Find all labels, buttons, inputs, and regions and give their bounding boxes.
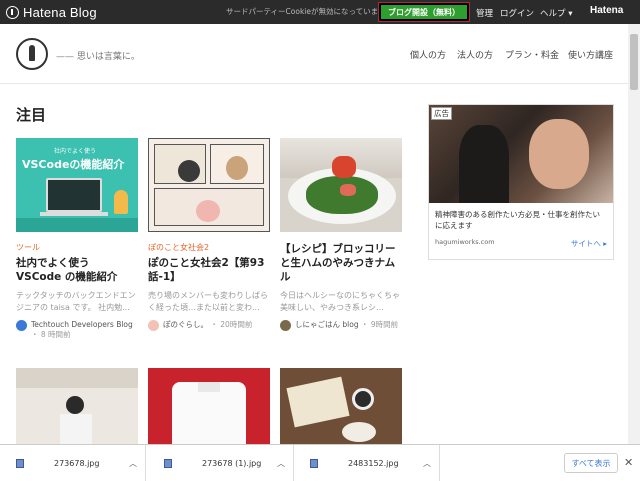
- article-author[interactable]: しにゃごはん blog ・ 9時間前: [280, 320, 402, 331]
- chevron-up-icon[interactable]: ︿: [277, 458, 285, 469]
- ad-text[interactable]: 精神障害のある創作たい方必見・仕事を創作たいに応えます: [429, 203, 613, 231]
- ad-badge: 広告: [431, 107, 452, 120]
- author-name: しにゃごはん blog: [295, 320, 359, 329]
- start-blog-button[interactable]: ブログ開設（無料）: [378, 2, 470, 22]
- author-avatar: [148, 320, 159, 331]
- author-name: ぽのぐらし。: [163, 320, 208, 329]
- book-illustration: [286, 376, 350, 428]
- ad-image[interactable]: 広告: [429, 105, 613, 203]
- ham-illustration: [332, 156, 356, 178]
- article-thumbnail[interactable]: [148, 368, 270, 444]
- brand-name: Hatena Blog: [23, 4, 97, 20]
- article-thumbnail[interactable]: 社内でよく使う VSCodeの機能紹介: [16, 138, 138, 232]
- article-thumbnail[interactable]: [148, 138, 270, 232]
- post-time: ・ 20時間前: [210, 320, 253, 329]
- article-thumbnail[interactable]: [16, 368, 138, 444]
- nav-tutorial[interactable]: 使い方講座: [568, 48, 613, 61]
- post-time: ・ 8 時間前: [31, 330, 71, 339]
- article-author[interactable]: ぽのぐらし。 ・ 20時間前: [148, 320, 270, 331]
- nav-personal[interactable]: 個人の方: [410, 48, 446, 61]
- show-all-downloads-button[interactable]: すべて表示: [564, 453, 618, 473]
- nav-pricing[interactable]: プラン・料金: [505, 48, 559, 61]
- author-avatar: [280, 320, 291, 331]
- download-item[interactable]: 273678 (1).jpg ︿: [148, 445, 294, 481]
- article-category[interactable]: ツール: [16, 242, 138, 253]
- ad-domain: hagumiworks.com: [435, 238, 495, 246]
- article-card[interactable]: 【レシピ】ブロッコリーと生ハムのやみつきナムル 今日はヘルシーなのにちゃくちゃ美…: [280, 138, 402, 331]
- article-title[interactable]: 社内でよく使う VSCode の機能紹介: [16, 256, 138, 284]
- download-filename: 273678.jpg: [54, 458, 100, 468]
- chevron-up-icon[interactable]: ︿: [423, 458, 431, 469]
- site-tagline: —— 思いは言葉に。: [56, 52, 140, 62]
- hatena-topbar: Hatena Blog サードパーティーCookieが無効になっています ブログ…: [0, 0, 640, 24]
- ad-cta-link[interactable]: サイトへ ▸: [571, 238, 607, 249]
- plant-illustration: [114, 190, 128, 214]
- article-card[interactable]: ぽのこと女社会2 ぽのこと女社会2【第93話-1】 売り場のメンバーも変わりしば…: [148, 138, 270, 331]
- laptop-illustration: [46, 178, 102, 212]
- download-item[interactable]: 273678.jpg ︿: [0, 445, 146, 481]
- admin-link[interactable]: 管理: [476, 7, 493, 19]
- advertisement[interactable]: 広告 精神障害のある創作たい方必見・仕事を創作たいに応えます hagumiwor…: [428, 104, 614, 260]
- article-excerpt: テックタッチのバックエンドエンジニアの taisa です。 社内勉...: [16, 291, 136, 312]
- article-title[interactable]: 【レシピ】ブロッコリーと生ハムのやみつきナムル: [280, 242, 402, 284]
- download-item[interactable]: 2483152.jpg ︿: [294, 445, 440, 481]
- hatena-blog-logo[interactable]: Hatena Blog: [6, 5, 97, 20]
- close-icon[interactable]: ✕: [624, 456, 633, 469]
- download-filename: 273678 (1).jpg: [202, 458, 262, 468]
- article-thumbnail[interactable]: [280, 138, 402, 232]
- hatena-logo-icon: [6, 5, 19, 19]
- article-thumbnail[interactable]: [280, 368, 402, 444]
- featured-heading: 注目: [16, 106, 47, 124]
- site-header: —— 思いは言葉に。 個人の方 法人の方 プラン・料金 使い方講座: [0, 24, 628, 84]
- nav-business[interactable]: 法人の方: [457, 48, 493, 61]
- coffee-cup-illustration: [352, 388, 374, 410]
- author-name: Techtouch Developers Blog: [31, 320, 133, 329]
- author-avatar: [16, 320, 27, 331]
- pen-nib-logo-icon[interactable]: [16, 38, 48, 70]
- hatena-service-logo[interactable]: Hatena: [590, 5, 623, 16]
- image-file-icon: [164, 458, 172, 468]
- page-scrollbar[interactable]: [628, 24, 640, 444]
- article-title[interactable]: ぽのこと女社会2【第93話-1】: [148, 256, 270, 284]
- article-excerpt: 売り場のメンバーも変わりしばらく経った頃…また以前と変わ...: [148, 291, 268, 312]
- article-category[interactable]: ぽのこと女社会2: [148, 242, 270, 253]
- post-time: ・ 9時間前: [360, 320, 399, 329]
- download-filename: 2483152.jpg: [348, 458, 399, 468]
- image-file-icon: [16, 458, 24, 468]
- cookie-warning: サードパーティーCookieが無効になっています: [226, 7, 386, 16]
- scrollbar-thumb[interactable]: [630, 34, 638, 90]
- article-excerpt: 今日はヘルシーなのにちゃくちゃ美味しい、やみつき系レシ...: [280, 291, 400, 312]
- article-card[interactable]: 社内でよく使う VSCodeの機能紹介 ツール 社内でよく使う VSCode の…: [16, 138, 138, 340]
- downloads-bar: 273678.jpg ︿ 273678 (1).jpg ︿ 2483152.jp…: [0, 444, 640, 481]
- image-file-icon: [310, 458, 318, 468]
- article-author[interactable]: Techtouch Developers Blog ・ 8 時間前: [16, 320, 138, 340]
- thumb-caption: 社内でよく使う: [54, 148, 97, 155]
- thumb-title: VSCodeの機能紹介: [22, 158, 125, 171]
- chevron-up-icon[interactable]: ︿: [129, 458, 137, 469]
- ad-footer: hagumiworks.com サイトへ ▸: [435, 238, 607, 249]
- help-menu[interactable]: ヘルプ ▾: [540, 7, 572, 19]
- login-link[interactable]: ログイン: [500, 7, 534, 19]
